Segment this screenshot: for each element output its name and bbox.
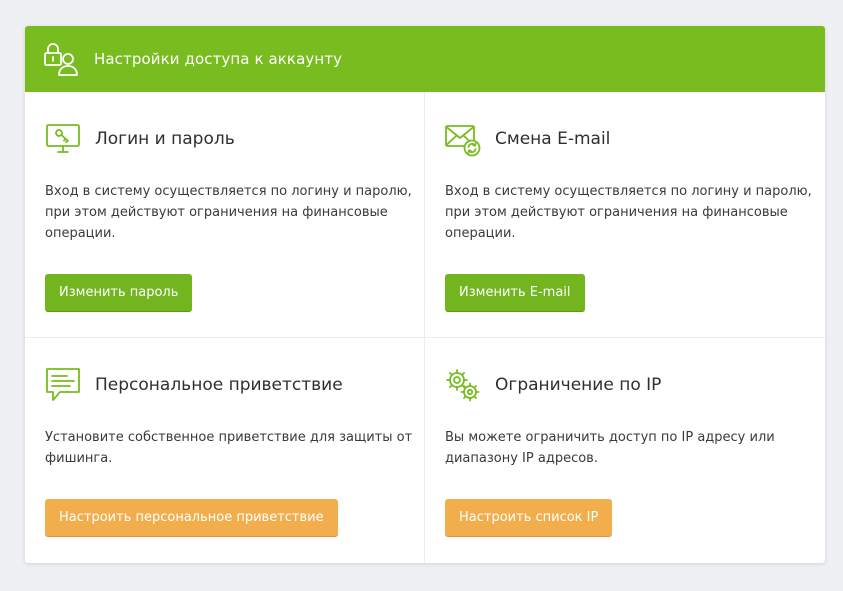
card-header: Настройки доступа к аккаунту <box>25 26 825 92</box>
section-title: Ограничение по IP <box>495 375 662 395</box>
section-header: Персональное приветствие <box>45 367 425 403</box>
change-email-button[interactable]: Изменить E-mail <box>445 274 585 312</box>
configure-ip-list-button[interactable]: Настроить список IP <box>445 499 613 537</box>
settings-grid: Логин и пароль Вход в систему осуществля… <box>25 92 825 563</box>
section-title: Смена E-mail <box>495 129 611 149</box>
lock-user-icon <box>44 43 78 76</box>
section-ip-restriction: Ограничение по IP Вы можете ограничить д… <box>445 367 825 547</box>
section-header: Логин и пароль <box>45 121 425 157</box>
section-header: Ограничение по IP <box>445 367 825 403</box>
horizontal-divider <box>25 337 825 338</box>
monitor-key-icon <box>46 124 80 153</box>
section-personal-greeting: Персональное приветствие Установите собс… <box>45 367 425 547</box>
section-login-password: Логин и пароль Вход в систему осуществля… <box>45 121 425 321</box>
speech-bubble-icon <box>46 368 80 401</box>
configure-greeting-button[interactable]: Настроить персональное приветствие <box>45 499 338 537</box>
section-title: Персональное приветствие <box>95 375 343 395</box>
section-description: Вход в систему осуществляется по логину … <box>45 184 412 241</box>
section-header: Смена E-mail <box>445 121 825 157</box>
section-description: Вы можете ограничить доступ по IP адресу… <box>445 430 775 466</box>
page-title: Настройки доступа к аккаунту <box>94 50 343 68</box>
section-title: Логин и пароль <box>95 129 235 149</box>
gears-icon <box>446 369 480 402</box>
account-access-settings-card: Настройки доступа к аккаунту Логин и пар… <box>25 26 825 563</box>
change-password-button[interactable]: Изменить пароль <box>45 274 193 312</box>
section-description: Установите собственное приветствие для з… <box>45 430 413 466</box>
section-change-email: Смена E-mail Вход в систему осуществляет… <box>445 121 825 321</box>
section-description: Вход в систему осуществляется по логину … <box>445 184 812 241</box>
envelope-refresh-icon <box>445 125 481 157</box>
